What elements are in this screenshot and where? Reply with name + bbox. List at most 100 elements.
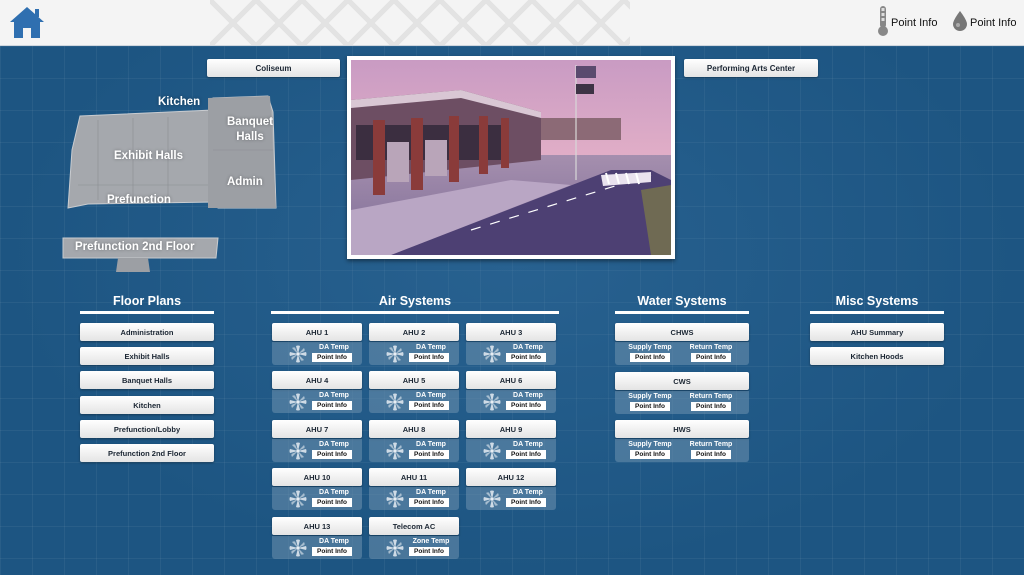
- floor-plan-administration-button[interactable]: Administration: [80, 323, 214, 341]
- kitchen-hoods-button[interactable]: Kitchen Hoods: [810, 347, 944, 365]
- air-unit-detail: DA Temp Point Info: [369, 439, 459, 462]
- floor-plan-exhibit-halls-button[interactable]: Exhibit Halls: [80, 347, 214, 365]
- fan-icon: [386, 393, 404, 411]
- supply-point-info-button[interactable]: Point Info: [630, 353, 670, 362]
- air-unit-point-info-button[interactable]: Point Info: [409, 401, 449, 410]
- air-unit-detail: DA Temp Point Info: [272, 342, 362, 365]
- air-unit-card: AHU 5 DA Temp Point Info: [369, 371, 459, 413]
- air-unit-card: AHU 3 DA Temp Point Info: [466, 323, 556, 365]
- air-unit-point-info-button[interactable]: Point Info: [506, 401, 546, 410]
- air-systems-title: Air Systems: [378, 294, 452, 308]
- ahu-summary-button[interactable]: AHU Summary: [810, 323, 944, 341]
- air-unit-temp-label: Zone Temp: [412, 538, 450, 545]
- air-unit-button[interactable]: AHU 1: [272, 323, 362, 341]
- coliseum-button[interactable]: Coliseum: [207, 59, 340, 77]
- air-unit-button[interactable]: AHU 9: [466, 420, 556, 438]
- supply-column: Supply Temp Point Info: [620, 342, 680, 365]
- floor-plans-rule: [80, 311, 214, 314]
- air-unit-button[interactable]: AHU 3: [466, 323, 556, 341]
- air-unit-point-info-button[interactable]: Point Info: [312, 353, 352, 362]
- air-unit-detail: DA Temp Point Info: [272, 439, 362, 462]
- air-unit-point-info-button[interactable]: Point Info: [312, 498, 352, 507]
- humidity-point-info-label: Point Info: [970, 17, 1017, 29]
- water-unit-detail: Supply Temp Point Info Return Temp Point In…: [615, 391, 749, 414]
- air-unit-button[interactable]: AHU 7: [272, 420, 362, 438]
- air-unit-temp-label: DA Temp: [319, 489, 349, 496]
- home-icon[interactable]: [8, 5, 46, 41]
- air-unit-button[interactable]: AHU 11: [369, 468, 459, 486]
- air-unit-button[interactable]: AHU 10: [272, 468, 362, 486]
- air-unit-point-info-button[interactable]: Point Info: [506, 450, 546, 459]
- air-unit-detail: DA Temp Point Info: [369, 342, 459, 365]
- supply-point-info-button[interactable]: Point Info: [630, 402, 670, 411]
- water-unit-button[interactable]: CWS: [615, 372, 749, 390]
- performing-arts-button[interactable]: Performing Arts Center: [684, 59, 818, 77]
- fan-icon: [386, 442, 404, 460]
- air-unit-card: AHU 2 DA Temp Point Info: [369, 323, 459, 365]
- supply-point-info-button[interactable]: Point Info: [630, 450, 670, 459]
- air-unit-temp-label: DA Temp: [416, 441, 446, 448]
- air-unit-point-info-button[interactable]: Point Info: [409, 498, 449, 507]
- fan-icon: [289, 393, 307, 411]
- header-pattern: [210, 0, 630, 45]
- floor-plan-kitchen-button[interactable]: Kitchen: [80, 396, 214, 414]
- water-unit-card: HWS Supply Temp Point Info Return Temp Point…: [615, 420, 749, 462]
- air-unit-point-info-button[interactable]: Point Info: [506, 498, 546, 507]
- floor-map-prefunction-label[interactable]: Prefunction: [107, 194, 171, 206]
- air-unit-button[interactable]: AHU 4: [272, 371, 362, 389]
- floor-plan-banquet-halls-button[interactable]: Banquet Halls: [80, 371, 214, 389]
- air-unit-card: AHU 6 DA Temp Point Info: [466, 371, 556, 413]
- floor-map-banquet-halls-label[interactable]: Banquet Halls: [222, 115, 278, 145]
- floor-map-prefunction-2nd-label[interactable]: Prefunction 2nd Floor: [75, 241, 194, 253]
- air-unit-point-info-button[interactable]: Point Info: [312, 547, 352, 556]
- top-bar: Point Info Point Info: [0, 0, 1024, 46]
- air-unit-card: AHU 10 DA Temp Point Info: [272, 468, 362, 510]
- air-unit-button[interactable]: AHU 8: [369, 420, 459, 438]
- return-point-info-button[interactable]: Point Info: [691, 402, 731, 411]
- floor-map-exhibit-halls-label[interactable]: Exhibit Halls: [114, 150, 183, 162]
- return-point-info-button[interactable]: Point Info: [691, 353, 731, 362]
- water-unit-button[interactable]: HWS: [615, 420, 749, 438]
- return-point-info-button[interactable]: Point Info: [691, 450, 731, 459]
- air-unit-button[interactable]: AHU 2: [369, 323, 459, 341]
- supply-temp-label: Supply Temp: [628, 393, 672, 400]
- thermometer-icon: [877, 5, 889, 42]
- water-unit-button[interactable]: CHWS: [615, 323, 749, 341]
- air-unit-button[interactable]: AHU 6: [466, 371, 556, 389]
- air-unit-point-info-button[interactable]: Point Info: [312, 401, 352, 410]
- air-unit-point-info-button[interactable]: Point Info: [409, 450, 449, 459]
- air-unit-temp-label: DA Temp: [513, 392, 543, 399]
- floor-map-kitchen-label[interactable]: Kitchen: [158, 96, 200, 108]
- water-unit-detail: Supply Temp Point Info Return Temp Point In…: [615, 342, 749, 365]
- air-unit-temp-label: DA Temp: [319, 344, 349, 351]
- fan-icon: [289, 490, 307, 508]
- air-unit-card: AHU 1 DA Temp Point Info: [272, 323, 362, 365]
- air-systems-rule: [271, 311, 559, 314]
- floor-plan-prefunction-lobby-button[interactable]: Prefunction/Lobby: [80, 420, 214, 438]
- air-unit-temp-label: DA Temp: [513, 441, 543, 448]
- air-unit-point-info-button[interactable]: Point Info: [409, 353, 449, 362]
- air-unit-button[interactable]: Telecom AC: [369, 517, 459, 535]
- fan-icon: [386, 490, 404, 508]
- supply-column: Supply Temp Point Info: [620, 391, 680, 414]
- air-unit-button[interactable]: AHU 12: [466, 468, 556, 486]
- air-unit-card: AHU 12 DA Temp Point Info: [466, 468, 556, 510]
- air-unit-button[interactable]: AHU 13: [272, 517, 362, 535]
- temp-point-info-button[interactable]: Point Info: [877, 0, 938, 45]
- air-unit-point-info-button[interactable]: Point Info: [506, 353, 546, 362]
- air-unit-point-info-button[interactable]: Point Info: [312, 450, 352, 459]
- air-unit-button[interactable]: AHU 5: [369, 371, 459, 389]
- air-unit-point-info-button[interactable]: Point Info: [409, 547, 449, 556]
- floor-map-admin-label[interactable]: Admin: [227, 176, 263, 188]
- air-unit-detail: DA Temp Point Info: [466, 390, 556, 413]
- air-unit-detail: DA Temp Point Info: [466, 487, 556, 510]
- air-unit-detail: DA Temp Point Info: [369, 390, 459, 413]
- floor-plan-prefunction-2nd-button[interactable]: Prefunction 2nd Floor: [80, 444, 214, 462]
- air-unit-temp-label: DA Temp: [319, 441, 349, 448]
- temp-point-info-label: Point Info: [891, 17, 938, 29]
- humidity-point-info-button[interactable]: Point Info: [952, 0, 1017, 45]
- air-unit-detail: DA Temp Point Info: [369, 487, 459, 510]
- misc-systems-title: Misc Systems: [835, 294, 919, 308]
- return-column: Return Temp Point Info: [681, 391, 741, 414]
- water-unit-card: CHWS Supply Temp Point Info Return Temp Poin…: [615, 323, 749, 365]
